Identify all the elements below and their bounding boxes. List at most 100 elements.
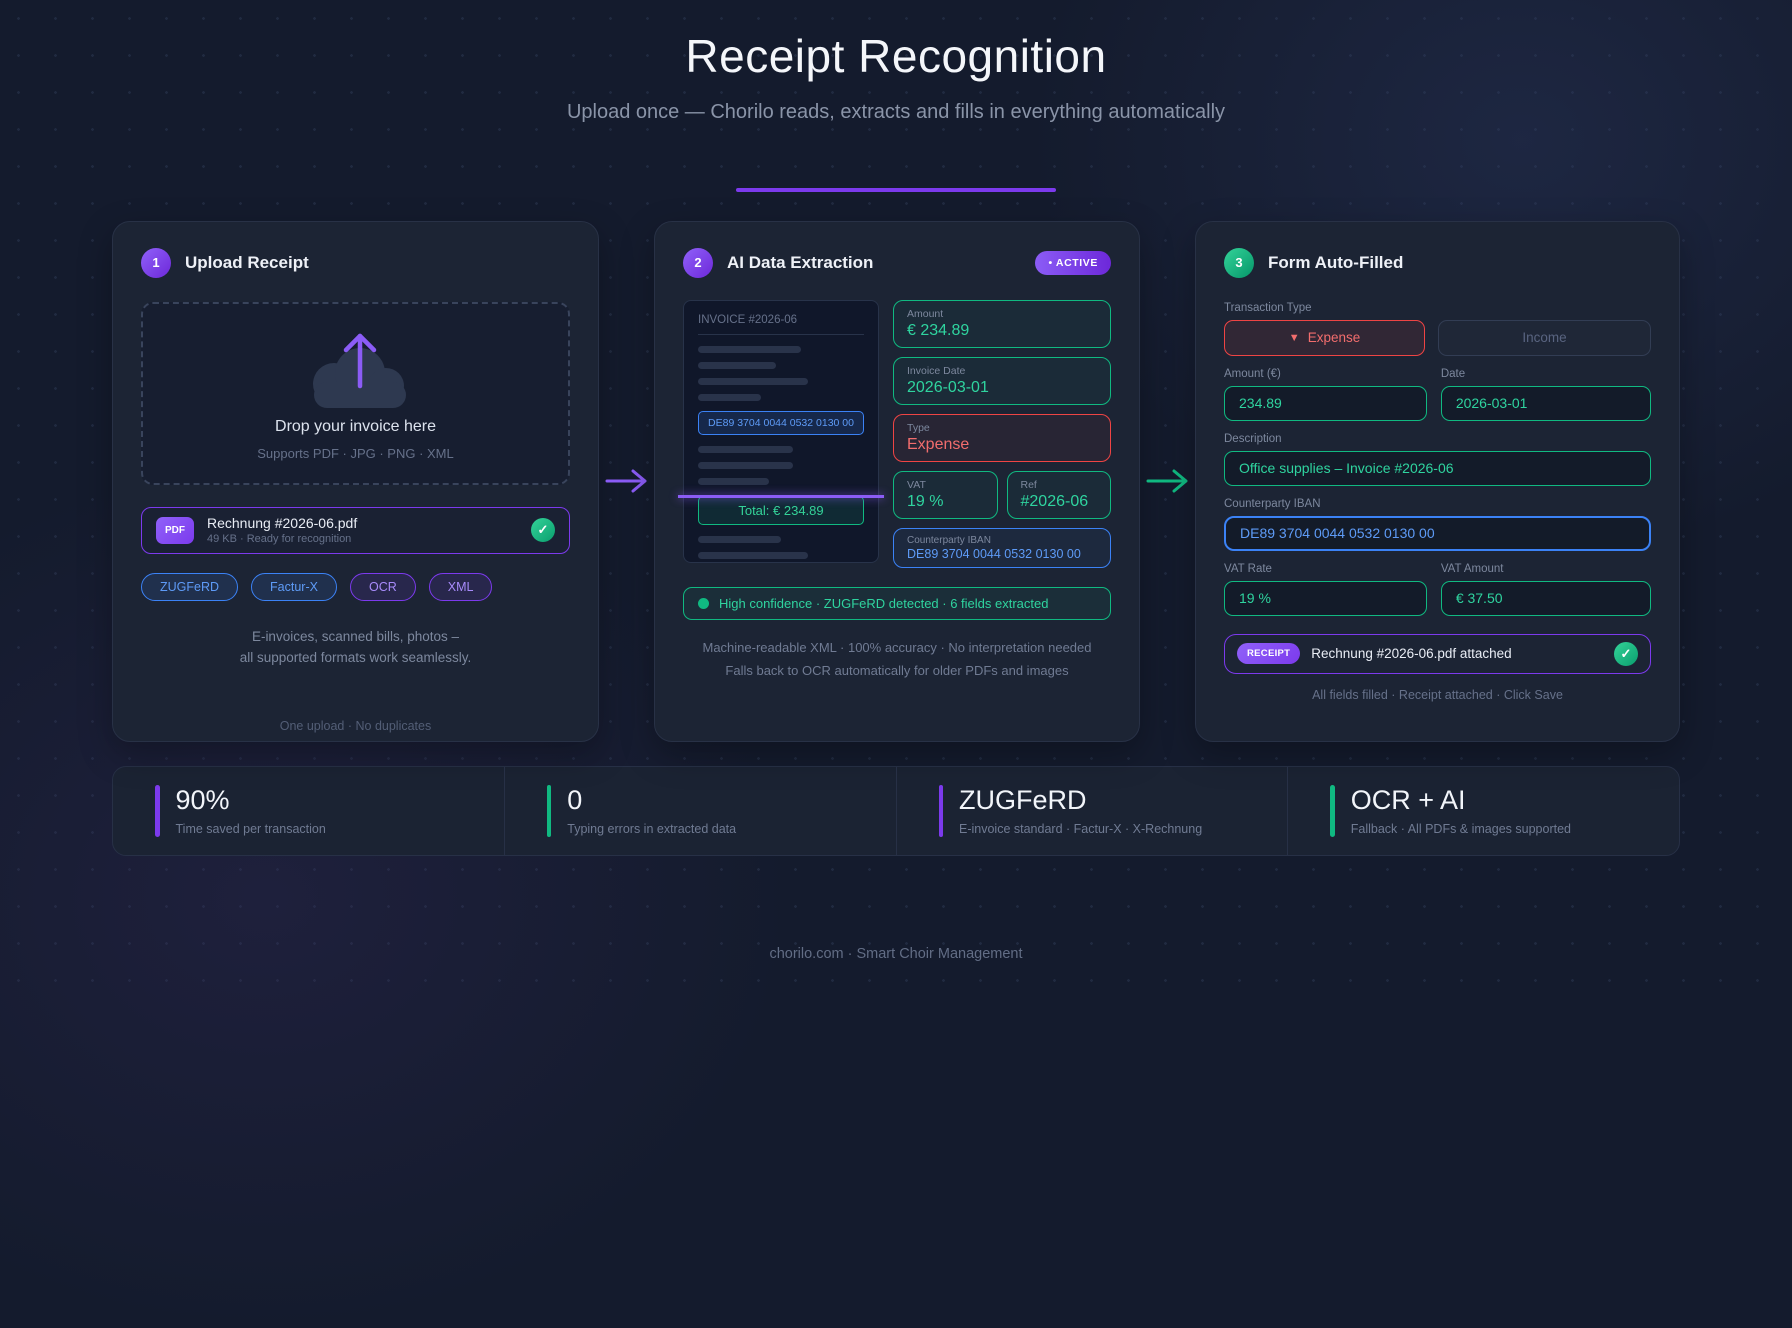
amount-label: Amount (€) xyxy=(1224,368,1427,380)
expense-marker-icon: ▼ xyxy=(1289,332,1300,344)
extracted-amount-value: € 234.89 xyxy=(907,322,1097,340)
stat-accent-bar xyxy=(1330,785,1335,837)
stat-accent-bar xyxy=(155,785,160,837)
file-meta: 49 KB · Ready for recognition xyxy=(207,533,357,545)
extracted-date-label: Invoice Date xyxy=(907,365,1097,377)
stat-content: 90% Time saved per transaction xyxy=(176,785,326,836)
page-header: Receipt Recognition Upload once — Choril… xyxy=(112,0,1680,192)
extracted-amount-label: Amount xyxy=(907,308,1097,320)
ai-extraction-card: 2 AI Data Extraction • ACTIVE INVOICE #2… xyxy=(654,221,1140,742)
ai-scanline xyxy=(678,495,884,499)
extracted-type-field: Type Expense xyxy=(893,414,1111,462)
file-ready-check-icon: ✓ xyxy=(531,518,555,542)
amount-column: Amount (€) 234.89 xyxy=(1224,356,1427,421)
stat-caption: E-invoice standard · Factur-X · X-Rechnu… xyxy=(959,822,1202,836)
upload-receipt-card: 1 Upload Receipt Drop your in xyxy=(112,221,599,742)
extracted-date-field: Invoice Date 2026-03-01 xyxy=(893,357,1111,405)
extracted-iban-field: Counterparty IBAN DE89 3704 0044 0532 01… xyxy=(893,528,1111,568)
stat-accent-bar xyxy=(939,785,944,837)
detected-iban-highlight: DE89 3704 0044 0532 0130 00 xyxy=(698,411,864,435)
date-input[interactable]: 2026-03-01 xyxy=(1441,386,1651,421)
extracted-vat-field: VAT 19 % xyxy=(893,471,998,519)
format-pills: ZUGFeRD Factur-X OCR XML xyxy=(141,573,570,601)
confidence-dot-icon xyxy=(698,598,709,609)
stat-time-saved: 90% Time saved per transaction xyxy=(113,767,504,855)
receipt-attached-row[interactable]: RECEIPT Rechnung #2026-06.pdf attached ✓ xyxy=(1224,634,1651,674)
iban-input[interactable]: DE89 3704 0044 0532 0130 00 xyxy=(1224,516,1651,551)
upload-note: E-invoices, scanned bills, photos – all … xyxy=(141,627,570,669)
upload-note-line2: all supported formats work seamlessly. xyxy=(141,648,570,669)
extraction-note-line1: Machine-readable XML · 100% accuracy · N… xyxy=(683,637,1111,660)
stats-bar: 90% Time saved per transaction 0 Typing … xyxy=(112,766,1680,856)
extracted-fields: Amount € 234.89 Invoice Date 2026-03-01 … xyxy=(893,300,1111,568)
vat-rate-input[interactable]: 19 % xyxy=(1224,581,1427,616)
extracted-vat-ref-row: VAT 19 % Ref #2026-06 xyxy=(893,471,1111,519)
receipt-badge: RECEIPT xyxy=(1237,643,1300,664)
dropzone-supported-formats: Supports PDF · JPG · PNG · XML xyxy=(257,446,454,461)
vat-rate-column: VAT Rate 19 % xyxy=(1224,551,1427,616)
extraction-body: INVOICE #2026-06 DE89 3704 0044 0532 013… xyxy=(683,300,1111,568)
form-autofilled-card: 3 Form Auto-Filled Transaction Type ▼ Ex… xyxy=(1195,221,1680,742)
extracted-ref-field: Ref #2026-06 xyxy=(1007,471,1112,519)
upload-note-line1: E-invoices, scanned bills, photos – xyxy=(141,627,570,648)
arrow-gap-2 xyxy=(1140,221,1195,742)
extracted-date-value: 2026-03-01 xyxy=(907,379,1097,397)
iban-label: Counterparty IBAN xyxy=(1224,498,1651,510)
income-button[interactable]: Income xyxy=(1438,320,1651,356)
extracted-type-value: Expense xyxy=(907,436,1097,454)
page-title: Receipt Recognition xyxy=(112,30,1680,83)
stat-value: ZUGFeRD xyxy=(959,785,1202,816)
extracted-type-label: Type xyxy=(907,422,1097,434)
extracted-iban-label: Counterparty IBAN xyxy=(907,535,1097,546)
detected-total-highlight: Total: € 234.89 xyxy=(698,496,864,525)
expense-button[interactable]: ▼ Expense xyxy=(1224,320,1425,356)
accent-divider xyxy=(736,188,1056,192)
stat-caption: Typing errors in extracted data xyxy=(567,822,736,836)
arrow-right-purple-icon xyxy=(604,468,650,494)
pdf-file-type-badge: PDF xyxy=(156,517,194,544)
skeleton-line xyxy=(698,552,808,559)
extracted-iban-value: DE89 3704 0044 0532 0130 00 xyxy=(907,547,1097,561)
uploaded-file-row[interactable]: PDF Rechnung #2026-06.pdf 49 KB · Ready … xyxy=(141,507,570,554)
stat-value: OCR + AI xyxy=(1351,785,1571,816)
upload-card-title: Upload Receipt xyxy=(185,253,309,273)
upload-card-header: 1 Upload Receipt xyxy=(141,248,570,278)
transaction-type-label: Transaction Type xyxy=(1224,302,1651,314)
date-label: Date xyxy=(1441,368,1651,380)
file-name: Rechnung #2026-06.pdf xyxy=(207,515,357,531)
extraction-note-line2: Falls back to OCR automatically for olde… xyxy=(683,660,1111,683)
stat-zugferd: ZUGFeRD E-invoice standard · Factur-X · … xyxy=(896,767,1288,855)
vat-amount-input[interactable]: € 37.50 xyxy=(1441,581,1651,616)
extracted-amount-field: Amount € 234.89 xyxy=(893,300,1111,348)
stat-value: 0 xyxy=(567,785,736,816)
form-card-title: Form Auto-Filled xyxy=(1268,253,1403,273)
page-footer: chorilo.com · Smart Choir Management xyxy=(112,946,1680,962)
description-input[interactable]: Office supplies – Invoice #2026-06 xyxy=(1224,451,1651,486)
amount-input[interactable]: 234.89 xyxy=(1224,386,1427,421)
active-status-badge: • ACTIVE xyxy=(1035,251,1111,275)
format-pill-facturx: Factur-X xyxy=(251,573,337,601)
stat-typing-errors: 0 Typing errors in extracted data xyxy=(504,767,896,855)
file-dropzone[interactable]: Drop your invoice here Supports PDF · JP… xyxy=(141,302,570,485)
expense-button-label: Expense xyxy=(1308,330,1361,345)
skeleton-line xyxy=(698,378,808,385)
vat-amount-column: VAT Amount € 37.50 xyxy=(1441,551,1651,616)
stat-ocr-ai: OCR + AI Fallback · All PDFs & images su… xyxy=(1287,767,1679,855)
skeleton-line xyxy=(698,394,761,401)
workflow-cards-row: 1 Upload Receipt Drop your in xyxy=(112,221,1680,742)
extraction-note: Machine-readable XML · 100% accuracy · N… xyxy=(683,637,1111,683)
stat-content: OCR + AI Fallback · All PDFs & images su… xyxy=(1351,785,1571,836)
skeleton-line xyxy=(698,478,769,485)
arrow-gap-1 xyxy=(599,221,654,742)
skeleton-line xyxy=(698,446,793,453)
stat-accent-bar xyxy=(547,785,552,837)
skeleton-line xyxy=(698,346,801,353)
stat-value: 90% xyxy=(176,785,326,816)
file-info: Rechnung #2026-06.pdf 49 KB · Ready for … xyxy=(207,515,357,545)
extraction-card-title: AI Data Extraction xyxy=(727,253,873,273)
stat-caption: Time saved per transaction xyxy=(176,822,326,836)
receipt-attached-text: Rechnung #2026-06.pdf attached xyxy=(1311,646,1511,661)
step-1-badge: 1 xyxy=(141,248,171,278)
page: Receipt Recognition Upload once — Choril… xyxy=(112,0,1680,962)
stat-content: 0 Typing errors in extracted data xyxy=(567,785,736,836)
